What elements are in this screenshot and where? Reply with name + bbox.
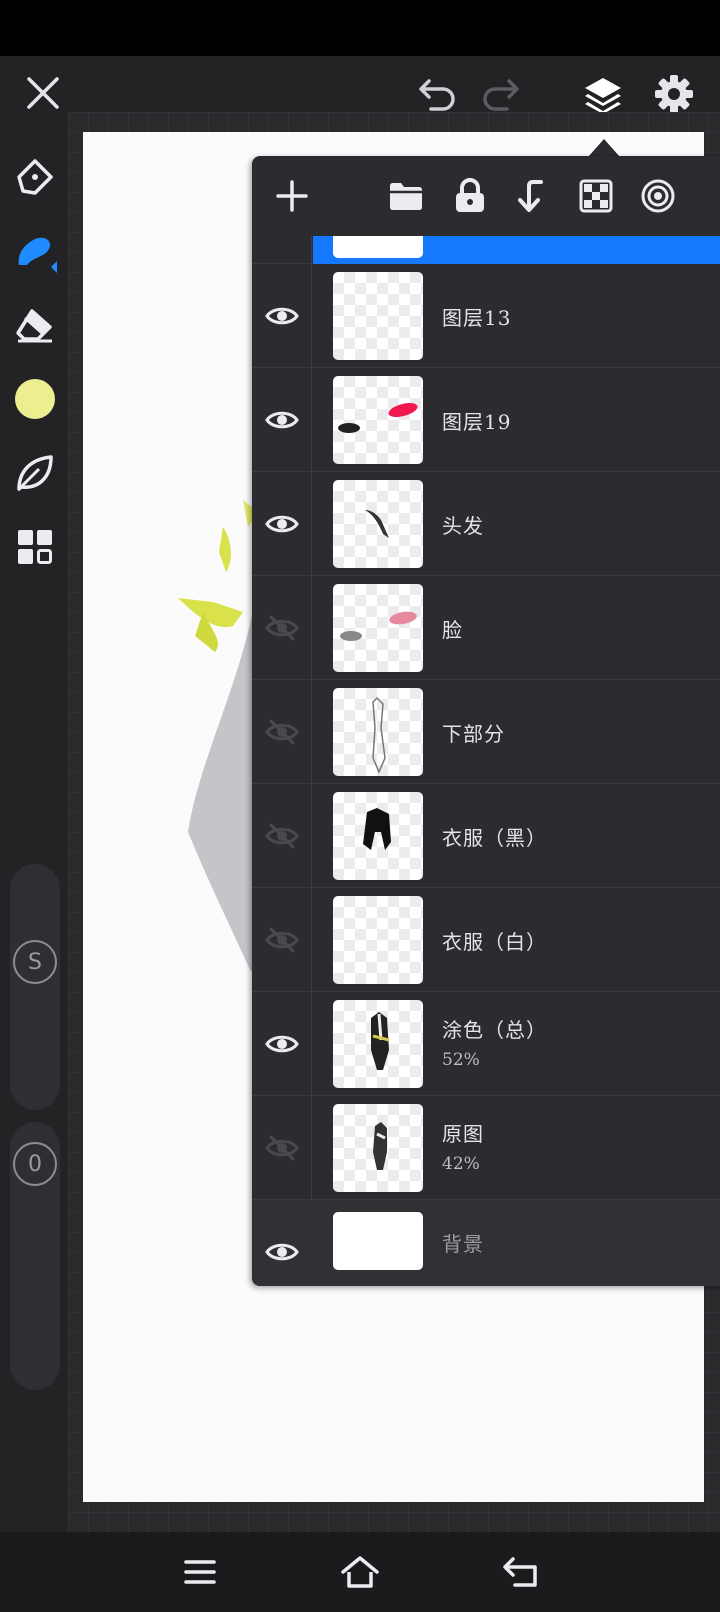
status-bar bbox=[0, 0, 720, 56]
layer-thumbnail bbox=[333, 1212, 423, 1270]
hidden-eye-icon[interactable] bbox=[252, 784, 312, 888]
layers-icon bbox=[585, 78, 621, 114]
eraser-icon bbox=[16, 309, 52, 343]
layer-name: 衣服（黑） bbox=[442, 826, 547, 850]
close-icon bbox=[27, 77, 59, 109]
menu-icon bbox=[184, 1560, 216, 1584]
visible-eye-icon[interactable] bbox=[252, 368, 312, 472]
layer-thumbnail bbox=[333, 1104, 423, 1192]
layer-row[interactable]: 衣服（黑） bbox=[252, 784, 720, 888]
layers-toolbar bbox=[252, 156, 720, 236]
layer-row[interactable]: 图层19 bbox=[252, 368, 720, 472]
lock-layer-button[interactable] bbox=[446, 172, 494, 220]
layer-opacity: 52% bbox=[442, 1050, 480, 1070]
transparency-lock-button[interactable] bbox=[572, 172, 620, 220]
undo-icon bbox=[419, 79, 455, 111]
back-icon bbox=[503, 1557, 537, 1587]
merge-down-button[interactable] bbox=[508, 172, 556, 220]
folder-icon bbox=[390, 183, 422, 210]
visible-eye-icon[interactable] bbox=[252, 1200, 312, 1286]
selected-layer-eye-col bbox=[252, 236, 312, 264]
redo-button[interactable] bbox=[476, 68, 526, 118]
visible-eye-icon[interactable] bbox=[252, 264, 312, 368]
clipping-icon bbox=[641, 179, 675, 213]
menu-button[interactable] bbox=[176, 1548, 224, 1596]
layer-row[interactable]: 脸 bbox=[252, 576, 720, 680]
layer-row[interactable]: 涂色（总） 52% bbox=[252, 992, 720, 1096]
close-button[interactable] bbox=[18, 68, 68, 118]
layer-thumbnail bbox=[333, 272, 423, 360]
selected-layer-thumbnail bbox=[333, 236, 423, 258]
layer-row[interactable]: 衣服（白） bbox=[252, 888, 720, 992]
brush-tool-button[interactable] bbox=[10, 226, 60, 276]
color-swatch bbox=[15, 379, 55, 419]
layers-panel: 图层13 图层19 头发脸下部分衣服（黑） 衣服（白） 涂色（总） 52% 原图 42% 背景 bbox=[252, 156, 720, 1286]
layer-name: 背景 bbox=[442, 1232, 484, 1256]
layer-list[interactable]: 图层13 图层19 头发脸下部分衣服（黑） 衣服（白） 涂色（总） 52% 原图 42% 背景 bbox=[252, 236, 720, 1286]
opacity-slider-knob[interactable]: 0 bbox=[13, 1142, 57, 1186]
size-slider-knob[interactable]: S bbox=[13, 940, 57, 984]
layer-name: 脸 bbox=[442, 618, 463, 642]
folder-button[interactable] bbox=[382, 172, 430, 220]
visible-eye-icon[interactable] bbox=[252, 472, 312, 576]
brush-icon bbox=[18, 237, 57, 273]
clipping-mask-button[interactable] bbox=[634, 172, 682, 220]
layer-thumbnail bbox=[333, 1000, 423, 1088]
undo-button[interactable] bbox=[412, 68, 462, 118]
hidden-eye-icon[interactable] bbox=[252, 680, 312, 784]
layers-popover-arrow bbox=[588, 139, 620, 157]
layer-name: 下部分 bbox=[442, 722, 505, 746]
layer-name: 头发 bbox=[442, 514, 484, 538]
layer-opacity: 42% bbox=[442, 1154, 480, 1174]
checkerboard-icon bbox=[579, 179, 613, 213]
pen-icon bbox=[17, 159, 53, 195]
layer-thumbnail bbox=[333, 896, 423, 984]
merge-down-icon bbox=[518, 180, 543, 212]
brush-opacity-slider[interactable]: 0 bbox=[10, 1122, 60, 1390]
hidden-eye-icon[interactable] bbox=[252, 576, 312, 680]
gear-icon bbox=[655, 75, 693, 113]
lock-icon bbox=[456, 178, 484, 212]
back-button[interactable] bbox=[496, 1548, 544, 1596]
home-button[interactable] bbox=[336, 1548, 384, 1596]
visible-eye-icon[interactable] bbox=[252, 992, 312, 1096]
hidden-eye-icon[interactable] bbox=[252, 1096, 312, 1200]
layer-name: 衣服（白） bbox=[442, 930, 547, 954]
layer-thumbnail bbox=[333, 480, 423, 568]
add-layer-button[interactable] bbox=[268, 172, 316, 220]
redo-icon bbox=[483, 79, 519, 111]
layer-name: 涂色（总） bbox=[442, 1018, 547, 1042]
color-swatch-button[interactable] bbox=[10, 374, 60, 424]
left-toolbar: S 0 bbox=[0, 132, 68, 1532]
layer-row[interactable]: 原图 42% bbox=[252, 1096, 720, 1200]
grid-icon bbox=[18, 530, 52, 564]
system-nav-bar bbox=[0, 1532, 720, 1612]
layer-thumbnail bbox=[333, 792, 423, 880]
selected-layer-row[interactable] bbox=[252, 236, 720, 264]
layer-row[interactable]: 头发 bbox=[252, 472, 720, 576]
plus-icon bbox=[276, 180, 308, 212]
home-icon bbox=[341, 1556, 379, 1588]
gallery-tool-button[interactable] bbox=[10, 522, 60, 572]
layer-row[interactable]: 图层13 bbox=[252, 264, 720, 368]
size-slider-label: S bbox=[28, 949, 42, 975]
opacity-slider-label: 0 bbox=[28, 1151, 42, 1177]
leaf-icon bbox=[17, 455, 53, 491]
drawing-app: S 0 图层13 图层19 头发 脸 下部分 衣服（黑） 衣服（白） 涂色（总）… bbox=[0, 0, 720, 1612]
layer-thumbnail bbox=[333, 688, 423, 776]
layer-thumbnail bbox=[333, 376, 423, 464]
pen-tool-button[interactable] bbox=[10, 152, 60, 202]
eraser-tool-button[interactable] bbox=[10, 300, 60, 350]
smudge-tool-button[interactable] bbox=[10, 448, 60, 498]
brush-size-slider[interactable]: S bbox=[10, 864, 60, 1110]
layer-thumbnail bbox=[333, 584, 423, 672]
layer-row[interactable]: 下部分 bbox=[252, 680, 720, 784]
hidden-eye-icon[interactable] bbox=[252, 888, 312, 992]
layer-name: 图层19 bbox=[442, 410, 512, 434]
layer-name: 原图 bbox=[442, 1122, 484, 1146]
layer-name: 图层13 bbox=[442, 306, 512, 330]
layer-row[interactable]: 背景 bbox=[252, 1200, 720, 1286]
